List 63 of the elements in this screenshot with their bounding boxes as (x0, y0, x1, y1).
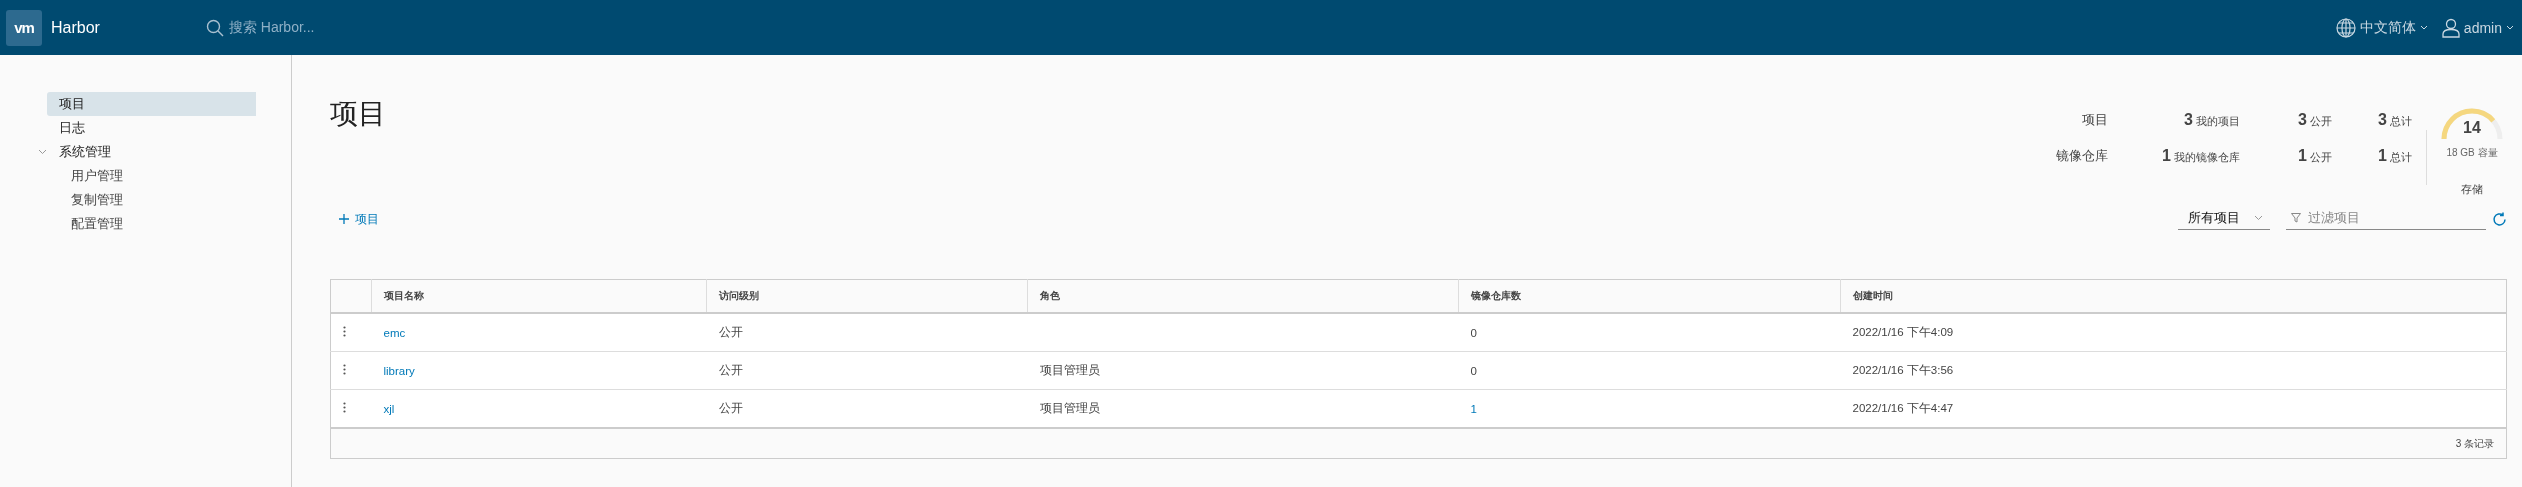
stat-count: 3 (2298, 111, 2307, 128)
table-cell: 2022/1/16 下午4:47 (1852, 402, 1954, 414)
record-count: 3 条记录 (2455, 437, 2494, 449)
storage-gauge: 14 18 GB 容量 存储 (2437, 90, 2507, 205)
filter-field[interactable]: 过滤项目 (2308, 208, 2360, 227)
table-cell: 0 (1470, 364, 1477, 377)
search-field[interactable]: 搜索 Harbor... (228, 18, 315, 37)
column-header[interactable]: 访问级别 (706, 279, 1028, 313)
column-header[interactable]: 角色 (1027, 279, 1459, 313)
chevron-down-icon (2254, 214, 2263, 221)
table-cell: 项目管理员 (1039, 402, 1100, 414)
repo-count-link[interactable]: 1 (1470, 402, 1477, 415)
plus-icon (339, 214, 349, 224)
project-scope-dropdown[interactable]: 所有项目 (2178, 208, 2270, 230)
refresh-icon[interactable] (2492, 211, 2507, 227)
table-cell: 公开 (718, 326, 743, 338)
stat-count: 3 (2378, 111, 2387, 128)
page-title: 项目 (330, 97, 386, 129)
table-cell: 公开 (718, 364, 743, 376)
stat-label: 总计 (2390, 151, 2412, 163)
user-icon (2441, 17, 2460, 38)
project-link[interactable]: xjl (383, 402, 395, 415)
user-menu[interactable]: admin (2441, 17, 2514, 38)
chevron-icon[interactable] (38, 149, 47, 155)
column-header[interactable]: 项目名称 (371, 279, 707, 313)
row-actions-icon[interactable] (343, 326, 346, 337)
project-link[interactable]: library (383, 364, 415, 377)
stat-count: 1 (2378, 147, 2387, 164)
stat-label: 总计 (2390, 115, 2412, 127)
column-header[interactable]: 镜像仓库数 (1458, 279, 1841, 313)
project-link[interactable]: emc (383, 326, 406, 339)
language-menu[interactable]: 中文简体 (2335, 17, 2428, 38)
stat-count: 1 (2298, 147, 2307, 164)
stat-label: 公开 (2310, 115, 2332, 127)
stat-count: 1 (2162, 147, 2171, 164)
stat-label: 我的镜像仓库 (2174, 151, 2240, 163)
new-project-button[interactable]: 项目 (330, 210, 379, 228)
stat-count: 3 (2184, 111, 2193, 128)
stat-label: 镜像仓库 (2055, 147, 2108, 165)
globe-icon (2335, 17, 2356, 38)
chevron-down-icon (2506, 24, 2514, 31)
stat-label: 项目 (2081, 111, 2108, 129)
row-actions-icon[interactable] (343, 402, 346, 413)
filter-icon (2291, 212, 2301, 223)
table-cell: 0 (1470, 326, 1477, 339)
table-cell: 2022/1/16 下午4:09 (1852, 326, 1954, 338)
stat-label: 我的项目 (2196, 115, 2240, 127)
stat-label: 公开 (2310, 151, 2332, 163)
table-cell: 公开 (718, 402, 743, 414)
column-header[interactable]: 创建时间 (1840, 279, 2507, 313)
nav-item[interactable]: 系统管理 (47, 140, 256, 164)
vm-logo: vm (6, 9, 42, 46)
chevron-down-icon (2419, 24, 2428, 31)
nav-item[interactable]: 配置管理 (47, 212, 256, 236)
table-cell: 项目管理员 (1039, 364, 1100, 376)
table-cell: 2022/1/16 下午3:56 (1852, 364, 1954, 376)
nav-item[interactable]: 日志 (47, 116, 256, 140)
product-name: Harbor (51, 18, 100, 37)
nav-item[interactable]: 用户管理 (47, 164, 256, 188)
nav-item[interactable]: 项目 (47, 92, 256, 116)
search-icon (205, 18, 224, 37)
row-actions-icon[interactable] (343, 364, 346, 375)
nav-item[interactable]: 复制管理 (47, 188, 256, 212)
